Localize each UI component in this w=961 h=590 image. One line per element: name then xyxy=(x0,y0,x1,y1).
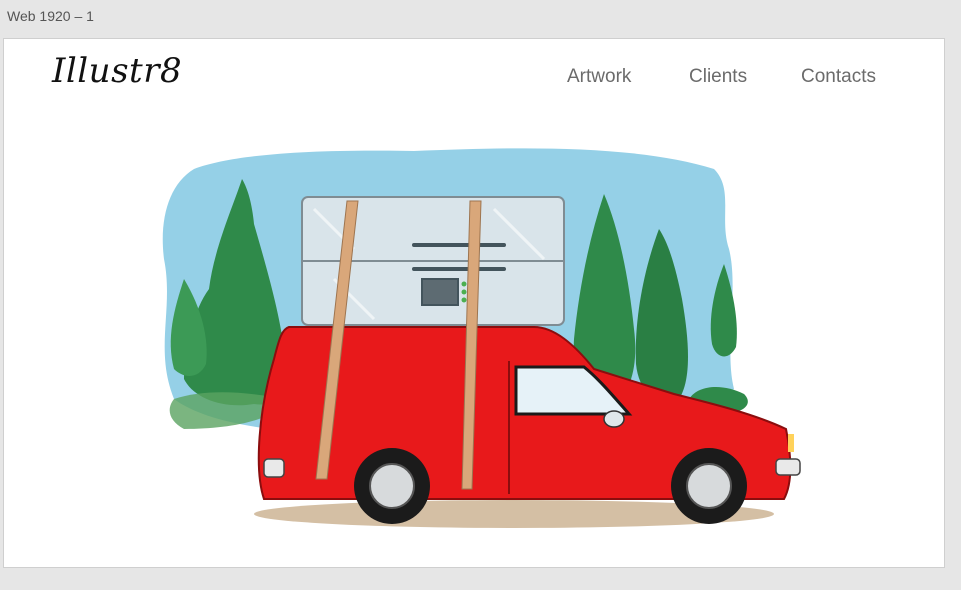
nav-clients[interactable]: Clients xyxy=(689,66,747,88)
nav-contacts[interactable]: Contacts xyxy=(801,66,876,88)
logo-text: Illustr8 xyxy=(52,51,183,91)
artboard-web-1920: Illustr8 Artwork Clients Contacts xyxy=(3,38,945,568)
hero-illustration xyxy=(162,148,801,528)
site-logo[interactable]: Illustr8 xyxy=(52,51,182,91)
nav-artwork[interactable]: Artwork xyxy=(567,66,631,88)
artboard-label: Web 1920 – 1 xyxy=(7,8,94,24)
